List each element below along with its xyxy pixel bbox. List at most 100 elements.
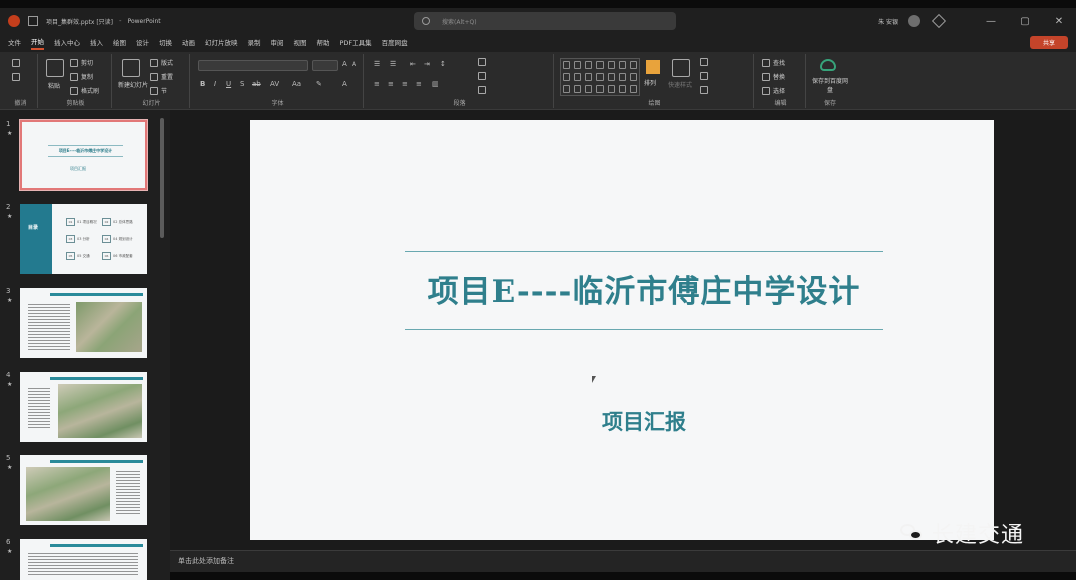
shape-icon[interactable]: [574, 61, 582, 69]
shape-icon[interactable]: [574, 85, 582, 93]
shape-icon[interactable]: [563, 61, 571, 69]
current-slide[interactable]: 项目E----临沂市傅庄中学设计 项目汇报: [250, 120, 994, 540]
shape-icon[interactable]: [629, 61, 637, 69]
tab-baidu-netdisk[interactable]: 百度网盘: [382, 37, 408, 49]
align-right-icon[interactable]: ≡: [402, 80, 408, 88]
notes-pane[interactable]: 单击此处添加备注: [170, 550, 1076, 572]
shadow-icon[interactable]: S: [240, 80, 244, 88]
shape-icon[interactable]: [585, 73, 593, 81]
copy-button[interactable]: 复制: [70, 72, 93, 81]
section-button[interactable]: 节: [150, 86, 167, 95]
strikethrough-icon[interactable]: ab: [252, 80, 261, 88]
shape-icon[interactable]: [607, 61, 615, 69]
shape-icon[interactable]: [607, 85, 615, 93]
replace-button[interactable]: 替换: [762, 72, 785, 81]
undo-button[interactable]: [12, 59, 23, 67]
search-input[interactable]: 搜索(Alt+Q): [414, 12, 676, 30]
align-left-icon[interactable]: ≡: [374, 80, 380, 88]
select-button[interactable]: 选择: [762, 86, 785, 95]
shape-icon[interactable]: [629, 85, 637, 93]
increase-indent-icon[interactable]: ⇥: [424, 60, 430, 68]
text-direction-button[interactable]: [478, 58, 489, 66]
layout-button[interactable]: 版式: [150, 58, 173, 67]
slide-subtitle[interactable]: 项目汇报: [550, 406, 738, 436]
char-spacing-icon[interactable]: AV: [270, 80, 279, 88]
tab-view[interactable]: 视图: [294, 37, 307, 49]
paste-icon[interactable]: [46, 59, 64, 77]
maximize-icon[interactable]: ▢: [1008, 16, 1042, 27]
shape-icon[interactable]: [574, 73, 582, 81]
new-slide-button[interactable]: 新建幻灯片: [118, 80, 150, 89]
tab-insert[interactable]: 插入: [90, 37, 103, 49]
shape-effects-button[interactable]: [700, 86, 711, 94]
quick-styles-button[interactable]: 快速样式: [668, 80, 692, 89]
bullets-icon[interactable]: ☰: [374, 60, 380, 68]
slide-thumbnail-3[interactable]: [20, 288, 147, 358]
arrange-icon[interactable]: [646, 60, 660, 74]
underline-icon[interactable]: U: [226, 80, 231, 88]
shape-icon[interactable]: [618, 61, 626, 69]
tab-record[interactable]: 录制: [248, 37, 261, 49]
paste-button[interactable]: 粘贴: [48, 81, 60, 90]
minimize-icon[interactable]: —: [974, 16, 1008, 27]
tab-transitions[interactable]: 切换: [159, 37, 172, 49]
align-text-button[interactable]: [478, 72, 489, 80]
tab-help[interactable]: 帮助: [317, 37, 330, 49]
redo-button[interactable]: [12, 73, 23, 81]
shape-icon[interactable]: [563, 85, 571, 93]
shape-icon[interactable]: [585, 61, 593, 69]
tab-home[interactable]: 开始: [31, 36, 44, 50]
quick-styles-icon[interactable]: [672, 59, 690, 77]
shape-icon[interactable]: [596, 73, 604, 81]
justify-icon[interactable]: ≡: [416, 80, 422, 88]
font-size-select[interactable]: [312, 60, 338, 71]
decrease-font-icon[interactable]: A: [352, 61, 356, 68]
increase-font-icon[interactable]: A: [342, 60, 347, 68]
shape-icon[interactable]: [596, 61, 604, 69]
pen-icon[interactable]: [931, 13, 947, 29]
shape-icon[interactable]: [607, 73, 615, 81]
close-icon[interactable]: ✕: [1042, 16, 1076, 27]
tab-draw[interactable]: 绘图: [113, 37, 126, 49]
tab-insert-center[interactable]: 插入中心: [54, 37, 80, 49]
slide-thumbnail-5[interactable]: [20, 455, 147, 525]
smartart-button[interactable]: [478, 86, 489, 94]
bold-icon[interactable]: B: [200, 80, 205, 88]
shape-icon[interactable]: [585, 85, 593, 93]
user-name[interactable]: 朱 安银: [878, 17, 898, 26]
tab-file[interactable]: 文件: [8, 37, 21, 49]
cloud-icon[interactable]: [820, 59, 836, 71]
tab-pdf-tools[interactable]: PDF工具集: [340, 37, 372, 49]
slide-thumbnail-4[interactable]: [20, 372, 147, 442]
slide-title[interactable]: 项目E----临沂市傅庄中学设计: [400, 266, 888, 311]
shape-icon[interactable]: [563, 73, 571, 81]
numbering-icon[interactable]: ☰: [390, 60, 396, 68]
tab-animations[interactable]: 动画: [182, 37, 195, 49]
find-button[interactable]: 查找: [762, 58, 785, 67]
slide-thumbnail-6[interactable]: [20, 539, 147, 580]
change-case-icon[interactable]: Aa: [292, 80, 301, 88]
thumbnail-scrollbar[interactable]: [160, 118, 164, 238]
slide-thumbnail-1[interactable]: 项目E----临沂市傅庄中学设计 项目汇报: [19, 119, 148, 191]
highlight-icon[interactable]: ✎: [316, 80, 322, 88]
shapes-gallery[interactable]: [560, 58, 640, 96]
shape-icon[interactable]: [629, 73, 637, 81]
shape-icon[interactable]: [618, 85, 626, 93]
cut-button[interactable]: 剪切: [70, 58, 93, 67]
columns-icon[interactable]: ▥: [432, 80, 439, 88]
share-button[interactable]: 共享: [1030, 36, 1068, 49]
avatar[interactable]: [908, 15, 920, 27]
reset-button[interactable]: 重置: [150, 72, 173, 81]
font-family-select[interactable]: [198, 60, 308, 71]
shape-outline-button[interactable]: [700, 72, 711, 80]
tab-design[interactable]: 设计: [136, 37, 149, 49]
tab-slideshow[interactable]: 幻灯片放映: [205, 37, 238, 49]
shape-fill-button[interactable]: [700, 58, 711, 66]
decrease-indent-icon[interactable]: ⇤: [410, 60, 416, 68]
shape-icon[interactable]: [618, 73, 626, 81]
format-painter-button[interactable]: 格式刷: [70, 86, 99, 95]
shape-icon[interactable]: [596, 85, 604, 93]
italic-icon[interactable]: I: [214, 80, 216, 88]
arrange-button[interactable]: 排列: [644, 78, 656, 87]
line-spacing-icon[interactable]: ↕: [440, 60, 446, 68]
